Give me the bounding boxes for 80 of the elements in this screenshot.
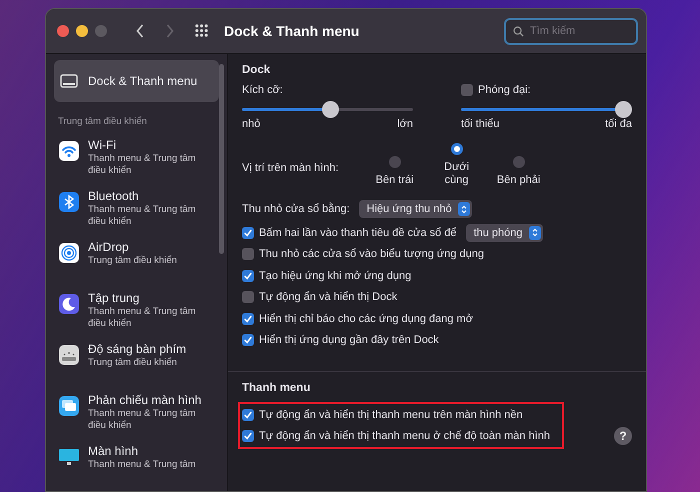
wifi-icon — [58, 140, 80, 162]
checkbox-label: Tạo hiệu ứng khi mở ứng dụng — [259, 270, 412, 282]
sidebar-item-subtitle: Trung tâm điều khiển — [88, 255, 178, 267]
slider-min-label: nhỏ — [242, 118, 260, 130]
up-down-chevron-icon — [458, 202, 470, 216]
slider[interactable] — [242, 101, 413, 118]
close-button[interactable] — [57, 25, 69, 37]
checkbox[interactable] — [242, 430, 254, 442]
back-icon[interactable] — [135, 23, 145, 39]
checkbox-label: Tự động ẩn và hiển thị thanh menu trên màn hình nền — [259, 408, 523, 421]
search-field[interactable]: Tìm kiếm — [504, 18, 638, 44]
slider-max-label: tối đa — [605, 118, 632, 130]
slider-min-label: tối thiểu — [461, 118, 500, 130]
dropdown[interactable]: thu phóng — [466, 224, 542, 242]
up-down-chevron-icon — [528, 226, 540, 240]
checkbox-label: Hiển thị chỉ báo cho các ứng dụng đang mở — [259, 312, 473, 325]
sidebar-item-subtitle: Thanh menu & Trung tâm điều khiển — [88, 408, 197, 432]
radio-button[interactable] — [388, 156, 401, 168]
section-title: Dock — [242, 64, 272, 76]
checkbox[interactable] — [242, 334, 254, 346]
sidebar-item[interactable]: Tập trung Thanh menu & Trung tâm điều khiển — [54, 291, 219, 342]
radio-label: Bên trái — [374, 174, 415, 186]
checkbox[interactable] — [242, 408, 254, 421]
moon-icon — [58, 293, 80, 315]
sidebar-item-subtitle: Thanh menu & Trung tâm — [88, 459, 197, 471]
display-icon — [58, 446, 80, 468]
slider-thumb[interactable] — [322, 101, 340, 118]
screen-mirroring-icon — [58, 395, 80, 417]
sidebar-item-title: Tập trung — [88, 291, 140, 306]
radio-label: Bên phải — [496, 174, 541, 186]
sidebar-item-title: Màn hình — [88, 444, 140, 459]
radio-button[interactable] — [512, 156, 525, 168]
sidebar-item[interactable]: Dock & Thanh menu — [54, 60, 219, 102]
search-icon — [513, 26, 524, 36]
sidebar-item-subtitle: Thanh menu & Trung tâm điều khiển — [88, 204, 197, 228]
window-title: Dock & Thanh menu — [224, 23, 360, 39]
checkbox-label: Tự động ẩn và hiển thị thanh menu ở chế độ toàn màn hình — [259, 430, 550, 442]
slider-max-label: lớn — [397, 118, 413, 130]
checkbox[interactable] — [461, 84, 473, 96]
sidebar-item[interactable]: Wi-Fi Thanh menu & Trung tâm điều khiển — [54, 138, 219, 189]
checkbox-label: Tự động ẩn và hiển thị Dock — [259, 291, 398, 304]
sidebar-item-title: Phản chiếu màn hình — [88, 393, 202, 408]
checkbox[interactable] — [242, 291, 254, 304]
checkbox[interactable] — [242, 248, 254, 260]
minimize-button[interactable] — [76, 25, 88, 37]
sidebar-item-title: AirDrop — [88, 240, 130, 255]
sidebar-item[interactable]: Phản chiếu màn hình Thanh menu & Trung tâm điều khiển — [54, 393, 219, 444]
radio-label: Dưới cùng — [443, 161, 470, 187]
sidebar-item[interactable]: Bluetooth Thanh menu & Trung tâm điều khiển — [54, 189, 219, 240]
sidebar-section-header: Trung tâm điều khiển — [58, 116, 148, 127]
checkbox[interactable] — [242, 226, 254, 239]
slider-thumb[interactable] — [615, 101, 632, 118]
checkbox[interactable] — [242, 312, 254, 325]
position-label: Vị trí trên màn hình: — [242, 162, 339, 174]
sidebar-item-subtitle: Thanh menu & Trung tâm điều khiển — [88, 306, 197, 330]
scrollbar[interactable] — [219, 64, 224, 254]
sidebar-item[interactable]: Độ sáng bàn phím Trung tâm điều khiển — [54, 342, 219, 393]
sidebar-item-title: Bluetooth — [88, 189, 140, 204]
grid-icon[interactable] — [195, 24, 210, 38]
keyboard-brightness-icon — [58, 344, 80, 366]
sidebar-item-subtitle: Thanh menu & Trung tâm điều khiển — [88, 153, 197, 177]
checkbox[interactable] — [242, 270, 254, 282]
sidebar-item-subtitle: Trung tâm điều khiển — [88, 357, 178, 369]
dropdown-label: Thu nhỏ cửa sổ bằng: — [242, 203, 350, 215]
dropdown[interactable]: Hiệu ứng thu nhỏ — [358, 200, 472, 218]
section-title: Thanh menu — [242, 382, 312, 394]
bluetooth-icon — [58, 191, 80, 213]
airdrop-icon — [58, 242, 80, 264]
slider[interactable] — [461, 101, 632, 118]
checkbox-label: Thu nhỏ các cửa sổ vào biểu tượng ứng dụng — [259, 248, 484, 260]
sidebar-item-title: Wi-Fi — [88, 138, 117, 153]
sidebar-item[interactable]: Màn hình Thanh menu & Trung tâm — [54, 444, 219, 491]
radio-button[interactable] — [450, 143, 463, 155]
help-button[interactable]: ? — [614, 427, 632, 445]
checkbox-label: Phóng đại: — [478, 84, 531, 96]
checkbox-label: Bấm hai lần vào thanh tiêu đề cửa sổ để — [259, 226, 457, 239]
slider-label: Kích cỡ: — [242, 84, 284, 96]
sidebar-item-title: Độ sáng bàn phím — [88, 342, 188, 357]
checkbox-label: Hiển thị ứng dụng gần đây trên Dock — [259, 334, 439, 346]
sidebar-item[interactable]: AirDrop Trung tâm điều khiển — [54, 240, 219, 291]
